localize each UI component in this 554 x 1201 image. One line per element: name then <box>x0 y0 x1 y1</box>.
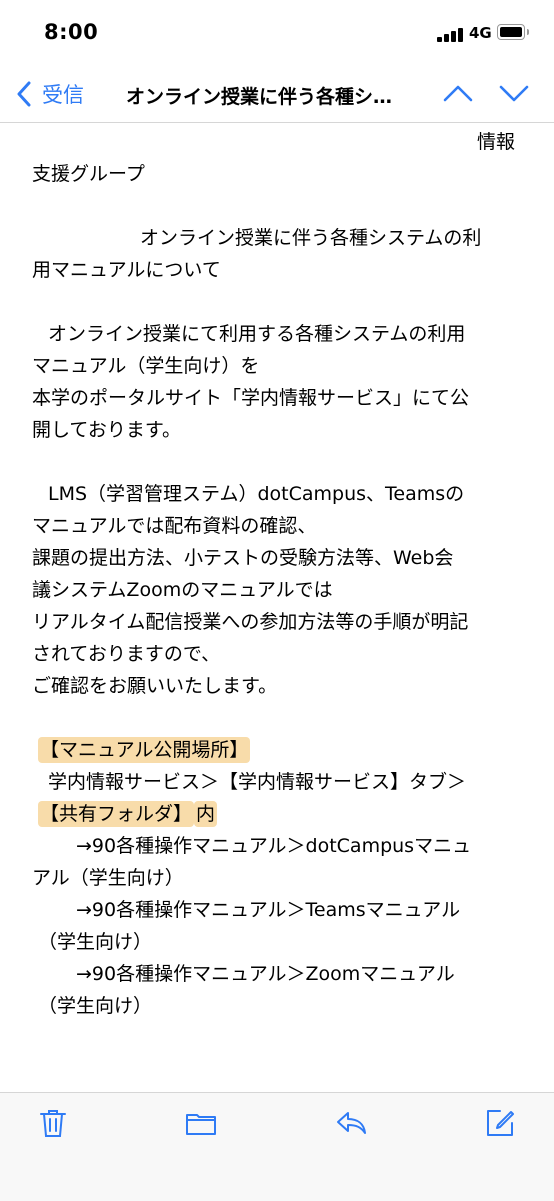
body-line: ご確認をお願いいたします。 <box>32 675 278 697</box>
body-line: （学生向け） <box>38 931 153 953</box>
back-button[interactable]: 受信 <box>16 80 84 108</box>
body-line: →90各種操作マニュアル＞dotCampusマニュ <box>76 835 472 857</box>
body-line: されておりますので、 <box>32 643 221 665</box>
body-line: →90各種操作マニュアル＞Teamsマニュアル <box>76 899 461 921</box>
body-line: 学内情報サービス＞【学内情報サービス】タブ＞ <box>48 771 467 793</box>
body-line: （学生向け） <box>38 995 153 1017</box>
body-line: →90各種操作マニュアル＞Zoomマニュアル <box>76 963 455 985</box>
body-line: 議システムZoomのマニュアルでは <box>32 579 333 601</box>
chevron-left-icon <box>17 81 31 107</box>
previous-message-button[interactable] <box>441 78 475 108</box>
next-message-button[interactable] <box>497 78 531 108</box>
back-label: 受信 <box>42 83 84 107</box>
message-subject: オンライン授業に伴う各種シ… <box>126 86 393 108</box>
body-line: LMS（学習管理ステム）dotCampus、Teamsの <box>48 483 465 505</box>
body-line: アル（学生向け） <box>32 867 184 889</box>
body-line: マニュアルでは配布資料の確認、 <box>32 515 317 537</box>
body-line: リアルタイム配信授業への参加方法等の手順が明記 <box>32 611 469 633</box>
bottom-toolbar <box>0 1092 554 1201</box>
status-bar: 8:00 4G <box>0 0 554 66</box>
body-line: 用マニュアルについて <box>32 259 221 281</box>
body-line: 支援グループ <box>32 163 145 185</box>
body-line: マニュアル（学生向け）を <box>32 355 260 377</box>
network-type: 4G <box>469 24 492 42</box>
battery-icon <box>497 24 529 40</box>
body-line: 開しております。 <box>32 419 181 441</box>
highlighted-folder-suffix: 内 <box>194 801 218 827</box>
navigation-bar: 受信 オンライン授業に伴う各種シ… <box>0 66 554 123</box>
compose-icon[interactable] <box>484 1107 516 1139</box>
body-line: 本学のポータルサイト「学内情報サービス」にて公 <box>32 387 470 409</box>
body-line: 情報 <box>477 131 516 153</box>
folder-icon[interactable] <box>185 1107 217 1139</box>
reply-icon[interactable] <box>335 1107 367 1139</box>
status-time: 8:00 <box>44 20 99 44</box>
signal-icon <box>437 26 467 42</box>
trash-icon[interactable] <box>37 1107 69 1139</box>
body-line: オンライン授業に伴う各種システムの利 <box>140 227 482 249</box>
body-line: オンライン授業にて利用する各種システムの利用 <box>48 323 466 345</box>
highlighted-folder: 【共有フォルダ】 <box>38 801 195 827</box>
body-line: 課題の提出方法、小テストの受験方法等、Web会 <box>32 547 454 569</box>
highlighted-heading: 【マニュアル公開場所】 <box>38 737 251 763</box>
